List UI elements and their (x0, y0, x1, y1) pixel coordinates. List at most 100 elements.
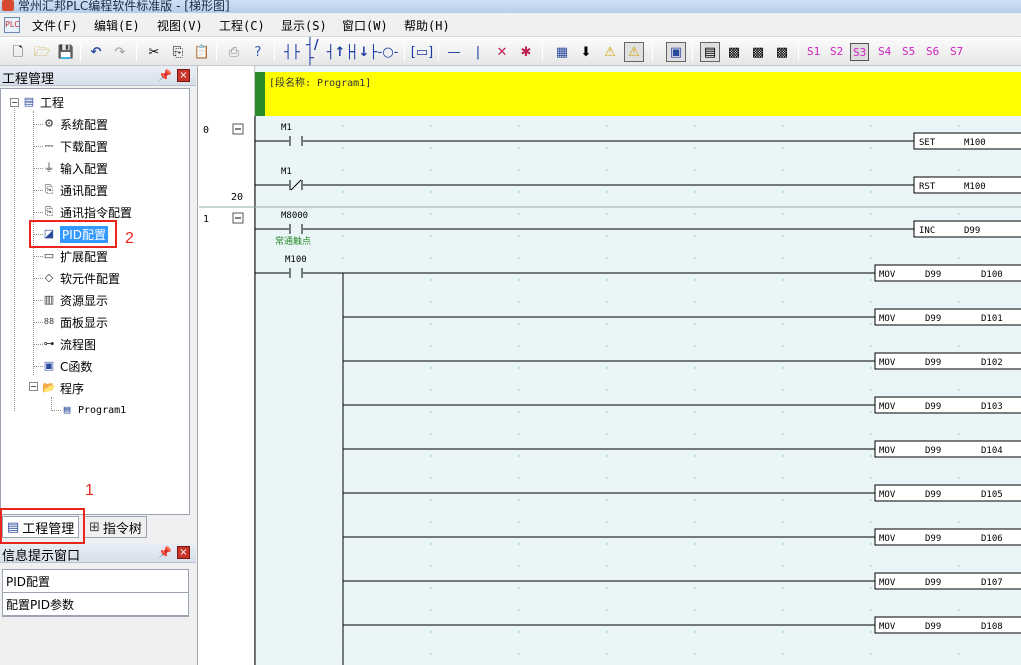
grid-dots (342, 125, 960, 655)
falling-contact-icon[interactable]: ┤↓├ (351, 42, 378, 62)
collapse-root-icon[interactable]: − (10, 98, 19, 107)
mov-instruction-name: MOV (879, 622, 896, 632)
menu-project[interactable]: 工程(C) (219, 17, 265, 34)
tree-item-flowchart[interactable]: ⊶ 流程图 (41, 334, 97, 354)
tree-item-program1[interactable]: ▤ Program1 (59, 400, 126, 420)
tree-item-c-function[interactable]: ▣ C函数 (41, 356, 93, 376)
info-panel-header: 信息提示窗口 📌 × (0, 543, 196, 564)
contact-label: M8000 (281, 211, 308, 221)
menu-help[interactable]: 帮助(H) (404, 17, 450, 34)
tree-item-expansion-config[interactable]: ▭ 扩展配置 (41, 246, 108, 266)
tree-item-download-config[interactable]: ⎓ 下载配置 (41, 136, 108, 156)
nc-contact-icon[interactable]: ┤/├ (306, 39, 326, 65)
menu-file[interactable]: 文件(F) (32, 17, 78, 34)
compile-icon[interactable]: ▦ (552, 42, 572, 62)
project-tree: − ▤ 工程 ⚙ 系统配置 ⎓ 下载配置 ⏚ 输入配置 ⎘ 通讯配置 ⎘ 通讯指令配置 ◪ P… (0, 88, 190, 515)
s7-button[interactable]: S7 (948, 43, 965, 61)
panel-icon: 88 (43, 317, 55, 326)
download-icon[interactable]: ⬇ (576, 42, 596, 62)
copy-icon[interactable]: ⎘ (168, 42, 188, 62)
expansion-icon: ▭ (43, 249, 55, 262)
instruction-operand: M100 (964, 138, 986, 148)
ladder-view-icon[interactable]: ▤ (700, 42, 720, 62)
collapse-rung1-icon[interactable] (232, 212, 244, 224)
collapse-program-icon[interactable]: − (29, 382, 38, 391)
tree-item-input-config[interactable]: ⏚ 输入配置 (41, 158, 109, 178)
warning-icon[interactable]: ⚠ (600, 42, 620, 62)
info-pin-icon[interactable]: 📌 (158, 546, 172, 559)
chip2-icon[interactable]: ▩ (748, 42, 768, 62)
step-number-20: 20 (231, 192, 243, 203)
annotation-label-1: 1 (85, 482, 94, 499)
open-folder-icon[interactable]: 🗁 (32, 42, 52, 62)
ladder-diagram: 0 20 1 M1 SET M100 M1 RST M100 M8000 常通触点 INC D99… (199, 116, 1021, 665)
collapse-rung0-icon[interactable] (232, 123, 244, 135)
info-panel-title: 信息提示窗口 (2, 549, 81, 564)
mov-destination: D100 (981, 270, 1003, 280)
hline-icon[interactable]: — (444, 42, 464, 62)
mov-source: D99 (925, 358, 941, 368)
mov-instruction-name: MOV (879, 534, 896, 544)
tree-item-device-config[interactable]: ◇ 软元件配置 (41, 268, 120, 288)
info-row: 配置PID参数 (3, 593, 188, 616)
delete-hline-icon[interactable]: ✕ (492, 42, 512, 62)
tree-item-comm-config[interactable]: ⎘ 通讯配置 (41, 180, 108, 200)
resource-icon: ▥ (43, 293, 55, 306)
instruction-tree-icon: ⊞ (89, 519, 100, 535)
s4-button[interactable]: S4 (876, 43, 893, 61)
contact-comment: 常通触点 (275, 235, 311, 247)
info-row: PID配置 (3, 570, 188, 593)
mov-instruction-name: MOV (879, 446, 896, 456)
menu-edit[interactable]: 编辑(E) (94, 17, 140, 34)
comm-icon: ⎘ (44, 183, 54, 196)
tree-item-resource-display[interactable]: ▥ 资源显示 (41, 290, 108, 310)
tab-instruction-tree[interactable]: ⊞ 指令树 (84, 516, 147, 538)
comm-cmd-icon: ⎘ (44, 205, 54, 218)
pin-icon[interactable]: 📌 (158, 69, 172, 82)
vline-icon[interactable]: | (468, 42, 488, 62)
tree-root[interactable]: ▤ 工程 (21, 92, 64, 112)
plc-app-icon[interactable]: PLC (4, 17, 20, 33)
new-file-icon[interactable]: 🗋 (8, 42, 28, 62)
s5-button[interactable]: S5 (900, 43, 917, 61)
tree-item-comm-cmd-config[interactable]: ⎘ 通讯指令配置 (41, 202, 132, 222)
coil-icon[interactable]: -○- (378, 42, 399, 62)
redo-icon[interactable]: ↷ (110, 42, 130, 62)
tree-item-system-config[interactable]: ⚙ 系统配置 (41, 114, 108, 134)
close-icon[interactable]: × (177, 69, 190, 82)
tree-item-program[interactable]: 📂 程序 (41, 378, 84, 398)
chip3-icon[interactable]: ▩ (772, 42, 792, 62)
menu-window[interactable]: 窗口(W) (342, 17, 388, 34)
rising-contact-icon[interactable]: ┤↑├ (327, 42, 354, 62)
save-icon[interactable]: 💾 (56, 42, 76, 62)
mov-destination: D101 (981, 314, 1003, 324)
cut-icon[interactable]: ✂ (144, 42, 164, 62)
s2-button[interactable]: S2 (828, 43, 845, 61)
warning-box-icon[interactable]: ⚠ (624, 42, 644, 62)
mov-destination: D107 (981, 578, 1003, 588)
monitor-icon[interactable]: ▣ (666, 42, 686, 62)
undo-icon[interactable]: ↶ (86, 42, 106, 62)
mov-instruction-name: MOV (879, 270, 896, 280)
function-box-icon[interactable]: [▭] (411, 42, 433, 62)
highlight-box-pid (29, 220, 117, 248)
app-icon (2, 0, 14, 11)
paste-icon[interactable]: 📋 (192, 42, 212, 62)
s1-button[interactable]: S1 (805, 43, 822, 61)
menu-display[interactable]: 显示(S) (281, 17, 327, 34)
mov-destination: D103 (981, 402, 1003, 412)
no-contact-icon[interactable]: ┤├ (282, 42, 302, 62)
info-close-icon[interactable]: × (177, 546, 190, 559)
help-icon[interactable]: ? (248, 42, 268, 62)
delete-vline-icon[interactable]: ✱ (516, 42, 536, 62)
s6-button[interactable]: S6 (924, 43, 941, 61)
menu-view[interactable]: 视图(V) (157, 17, 203, 34)
print-icon[interactable]: ⎙ (224, 42, 244, 62)
tree-item-panel-display[interactable]: 88 面板显示 (41, 312, 108, 332)
mov-source: D99 (925, 534, 941, 544)
mov-destination: D106 (981, 534, 1003, 544)
device-icon: ◇ (44, 271, 54, 284)
s3-button[interactable]: S3 (850, 43, 870, 61)
ladder-editor[interactable]: [段名称: Program1] 0 20 1 M1 SET M100 M1 RST M10… (199, 66, 1021, 665)
chip-icon[interactable]: ▩ (724, 42, 744, 62)
